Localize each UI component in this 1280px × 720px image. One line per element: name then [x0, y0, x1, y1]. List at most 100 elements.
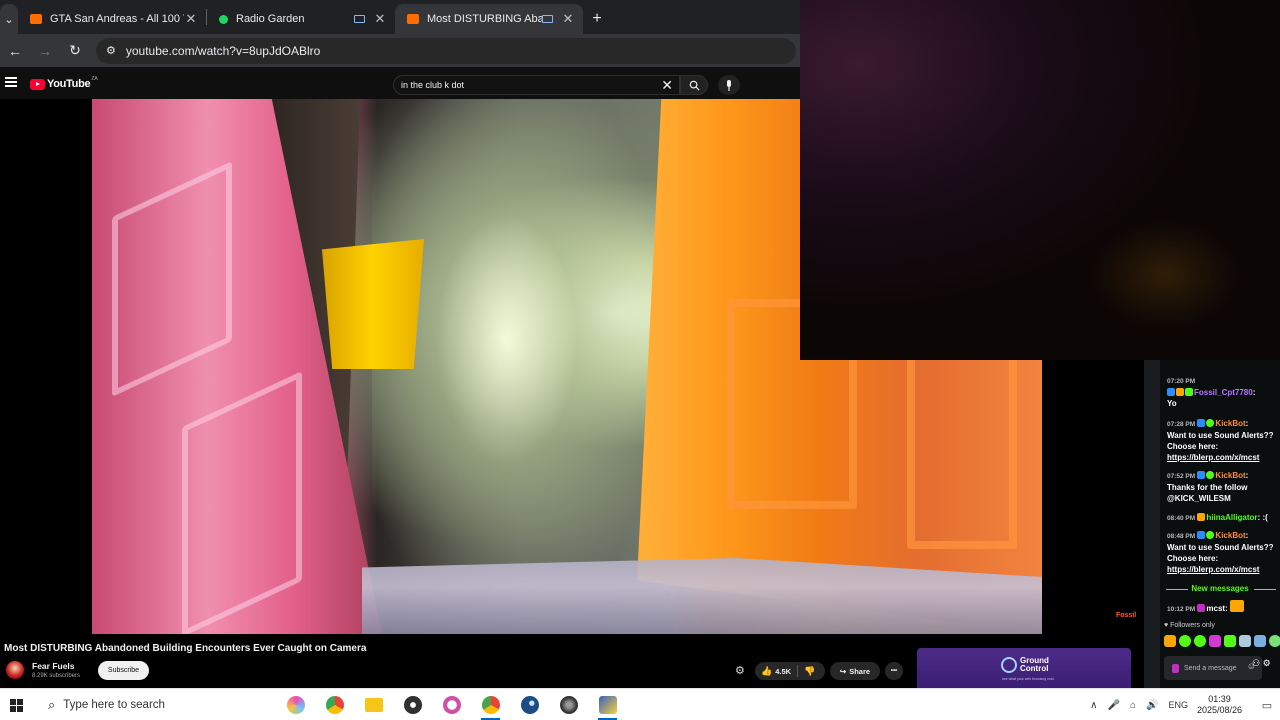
- mod-badge-icon: [1206, 531, 1215, 539]
- webcam-overlay: [800, 0, 1280, 360]
- chat-message: 07:20 PM Fossil_Cpt7780: Yo: [1167, 376, 1279, 409]
- clear-search-icon[interactable]: ✕: [661, 77, 673, 94]
- back-button[interactable]: ←: [0, 36, 30, 66]
- cast-icon: [354, 15, 365, 23]
- taskbar-search-placeholder: Type here to search: [63, 699, 165, 711]
- user-badge-icon: [1172, 664, 1179, 673]
- obs-icon[interactable]: [393, 693, 432, 717]
- webcam-glow: [1090, 220, 1240, 330]
- close-icon[interactable]: ✕: [373, 11, 387, 27]
- steam-icon[interactable]: [510, 693, 549, 717]
- followers-only-label: Followers only: [1170, 622, 1215, 629]
- chat-scrollbar[interactable]: [1144, 360, 1160, 688]
- channel-name[interactable]: Fear Fuels: [32, 661, 75, 671]
- sub-badge-icon: [1197, 513, 1206, 521]
- chat-username[interactable]: KickBot: [1215, 419, 1245, 428]
- radio-garden-icon: [219, 14, 228, 24]
- emote-icon[interactable]: [1269, 635, 1280, 647]
- like-count: 4.5K: [775, 666, 792, 676]
- windows-start-icon[interactable]: [10, 699, 23, 712]
- menu-icon[interactable]: [5, 77, 17, 87]
- mod-badge-icon: [1206, 419, 1215, 427]
- microphone-icon[interactable]: 🎤: [1107, 700, 1119, 711]
- close-icon[interactable]: ✕: [561, 11, 575, 27]
- sub-badge-icon: [1176, 388, 1184, 396]
- dislike-button[interactable]: 👎: [804, 666, 815, 677]
- volume-icon[interactable]: 🔊: [1146, 700, 1158, 711]
- chat-send-input[interactable]: Send a message ☺: [1164, 656, 1262, 680]
- share-icon: ↪: [839, 666, 847, 676]
- chat-text: Yo: [1167, 399, 1177, 408]
- clock[interactable]: 01:39 2025/08/26: [1197, 694, 1242, 716]
- cast-icon: [542, 15, 553, 23]
- site-info-icon[interactable]: ⚙: [106, 44, 116, 57]
- chat-text: Want to use Sound Alerts?? Choose here:: [1167, 431, 1274, 451]
- windows-taskbar: ⌕ Type here to search ∧ 🎤 ⌂ 🔊 ENG 01:39 …: [0, 688, 1280, 720]
- emote-icon[interactable]: [1179, 635, 1191, 647]
- country-code: ZA: [91, 76, 98, 82]
- chat-username[interactable]: hiinaAlligator: [1206, 513, 1257, 522]
- voice-search-button[interactable]: [718, 75, 740, 95]
- tab-gta[interactable]: GTA San Andreas - All 100 Tag ✕: [18, 4, 206, 34]
- file-explorer-icon[interactable]: [354, 693, 393, 717]
- clock-time: 01:39: [1208, 694, 1231, 704]
- subscribe-button[interactable]: Subscribe: [98, 661, 149, 680]
- tray-overflow-icon[interactable]: ∧: [1090, 700, 1097, 711]
- chat-link[interactable]: https://blerp.com/x/mcst: [1167, 564, 1279, 575]
- chat-username[interactable]: Fossil_Cpt7780: [1194, 388, 1253, 397]
- copilot-icon[interactable]: [276, 693, 315, 717]
- network-icon[interactable]: ⌂: [1130, 700, 1136, 711]
- ad-banner[interactable]: Ground Control see what your web browsing…: [917, 648, 1131, 688]
- more-actions-button[interactable]: •••: [885, 662, 903, 680]
- emote-icon[interactable]: [1209, 635, 1221, 647]
- emote-icon[interactable]: [1224, 635, 1236, 647]
- app-icon[interactable]: [588, 693, 627, 720]
- youtube-header: YouTube ZA in the club k dot ✕: [0, 67, 800, 99]
- tab-radio-garden[interactable]: Radio Garden ✕: [207, 4, 395, 34]
- search-input[interactable]: in the club k dot ✕: [393, 75, 680, 95]
- emote-icon[interactable]: [1164, 635, 1176, 647]
- close-icon[interactable]: ✕: [184, 11, 198, 27]
- game-icon[interactable]: [549, 693, 588, 717]
- settings-icon[interactable]: ⚙: [735, 664, 745, 677]
- forward-button[interactable]: →: [30, 36, 60, 66]
- emote-icon[interactable]: [1194, 635, 1206, 647]
- chat-time: 07:28 PM: [1167, 421, 1196, 428]
- tab-youtube-video[interactable]: Most DISTURBING Abandon ✕: [395, 4, 583, 34]
- share-button[interactable]: ↪ Share: [830, 662, 880, 680]
- chat-username[interactable]: KickBot: [1215, 531, 1245, 540]
- chat-text: Want to use Sound Alerts?? Choose here:: [1167, 543, 1274, 563]
- emote-menu-icon[interactable]: ⚇: [1252, 658, 1260, 668]
- chat-settings-icon[interactable]: ⚙: [1263, 658, 1271, 668]
- video-floor: [372, 99, 672, 634]
- address-bar[interactable]: ⚙ youtube.com/watch?v=8upJdOABlro: [96, 37, 796, 64]
- system-tray: ∧ 🎤 ⌂ 🔊 ENG 01:39 2025/08/26 ▭: [1085, 689, 1280, 720]
- youtube-logo[interactable]: YouTube ZA: [30, 76, 98, 90]
- new-tab-button[interactable]: +: [583, 4, 611, 34]
- like-button[interactable]: 👍 4.5K: [761, 666, 791, 677]
- channel-avatar[interactable]: [6, 661, 24, 679]
- language-indicator[interactable]: ENG: [1168, 700, 1188, 710]
- chrome-icon[interactable]: [315, 693, 354, 717]
- chat-message: 08:40 PM hiinaAlligator: :(: [1167, 513, 1268, 522]
- chat-username[interactable]: KickBot: [1215, 471, 1245, 480]
- taskbar-search[interactable]: ⌕ Type here to search: [40, 689, 272, 720]
- taskbar-apps: [276, 693, 627, 720]
- reload-button[interactable]: ↻: [60, 36, 90, 66]
- snipping-tool-icon[interactable]: [432, 693, 471, 717]
- ad-brand: Ground Control: [1020, 657, 1049, 673]
- chrome-profile-icon[interactable]: [471, 693, 510, 720]
- video-title: Most DISTURBING Abandoned Building Encou…: [4, 643, 367, 654]
- notification-icon[interactable]: ▭: [1254, 699, 1280, 712]
- tab-search-button[interactable]: ⌄: [0, 4, 18, 34]
- chat-text: :(: [1262, 513, 1268, 522]
- chat-username[interactable]: mcst: [1206, 604, 1225, 613]
- search-button[interactable]: [680, 75, 708, 95]
- emote-icon[interactable]: [1239, 635, 1251, 647]
- emote-icon[interactable]: [1254, 635, 1266, 647]
- stream-chat: 07:20 PM Fossil_Cpt7780: Yo 07:28 PM Kic…: [1160, 360, 1280, 688]
- ad-tagline: see what your web browsing cost: [1002, 677, 1054, 681]
- youtube-play-icon: [30, 78, 45, 90]
- mod-badge-icon: [1206, 471, 1215, 479]
- chat-link[interactable]: https://blerp.com/x/mcst: [1167, 452, 1279, 463]
